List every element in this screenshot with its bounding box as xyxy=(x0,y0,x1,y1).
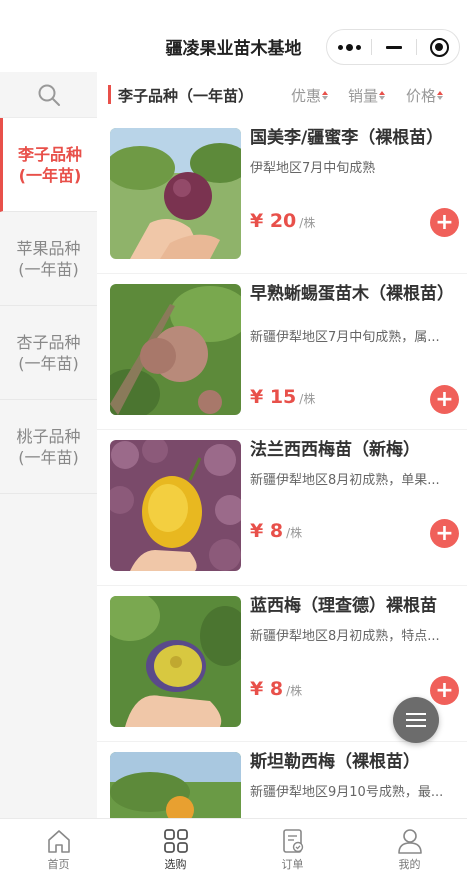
sidebar-item-label: 桃子品种 (一年苗) xyxy=(16,426,81,467)
product-card[interactable]: 国美李/疆蜜李（裸根苗） 伊犁地区7月中旬成熟 ¥ 20 /株 + xyxy=(97,118,467,274)
search-icon xyxy=(38,84,60,106)
sort-sales[interactable]: 销量 xyxy=(348,85,386,106)
sidebar-item-apricot[interactable]: 杏子品种 (一年苗) xyxy=(0,306,97,400)
more-menu-icon[interactable] xyxy=(327,30,371,64)
product-image xyxy=(110,128,241,259)
product-name: 蓝西梅（理查德）裸根苗 xyxy=(250,596,437,616)
tab-label: 我的 xyxy=(398,858,421,871)
price-unit: /株 xyxy=(286,526,303,540)
product-image xyxy=(110,752,241,818)
sort-label: 销量 xyxy=(348,87,379,105)
nav-header: 疆凌果业苗木基地 xyxy=(0,0,467,72)
product-card[interactable]: 法兰西西梅苗（新梅） 新疆伊犁地区8月初成熟，单果... ¥ 8 /株 + xyxy=(97,430,467,586)
order-icon xyxy=(282,829,303,853)
home-icon xyxy=(47,830,70,853)
floating-menu-button[interactable] xyxy=(393,697,439,743)
sort-arrows-icon xyxy=(322,91,329,100)
accent-bar xyxy=(108,85,111,104)
sidebar-item-peach[interactable]: 桃子品种 (一年苗) xyxy=(0,400,97,494)
product-desc: 新疆伊犁地区8月初成熟，单果... xyxy=(250,473,440,488)
add-to-cart-button[interactable]: + xyxy=(430,676,459,705)
product-desc: 新疆伊犁地区9月10号成熟，最... xyxy=(250,785,444,800)
product-price: ¥ 20 /株 xyxy=(250,210,315,232)
product-price: ¥ 15 /株 xyxy=(250,386,315,408)
tab-home[interactable]: 首页 xyxy=(0,819,117,878)
plus-icon: + xyxy=(435,520,454,546)
add-to-cart-button[interactable]: + xyxy=(430,519,459,548)
tab-shop[interactable]: 选购 xyxy=(117,819,234,878)
user-icon xyxy=(397,829,422,854)
product-desc: 伊犁地区7月中旬成熟 xyxy=(250,161,376,176)
price-value: ¥ 15 xyxy=(250,386,297,408)
product-image xyxy=(110,596,241,727)
bottom-tab-bar: 首页 选购 订单 我的 xyxy=(0,818,467,878)
sidebar-item-apple[interactable]: 苹果品种 (一年苗) xyxy=(0,212,97,306)
sidebar-item-label: 李子品种 (一年苗) xyxy=(17,144,82,185)
sort-discount[interactable]: 优惠 xyxy=(291,85,329,106)
tab-label: 选购 xyxy=(164,858,187,871)
filter-bar: 李子品种（一年苗） 优惠 销量 价格 xyxy=(97,72,467,118)
tab-orders[interactable]: 订单 xyxy=(234,819,351,878)
price-unit: /株 xyxy=(299,216,316,230)
sidebar-item-label: 苹果品种 (一年苗) xyxy=(16,238,81,279)
add-to-cart-button[interactable]: + xyxy=(430,385,459,414)
product-image xyxy=(110,284,241,415)
search-button[interactable] xyxy=(0,72,97,118)
price-value: ¥ 8 xyxy=(250,678,284,700)
minimize-icon[interactable] xyxy=(372,30,416,64)
sort-label: 优惠 xyxy=(291,87,322,105)
sort-arrows-icon xyxy=(437,91,444,100)
product-name: 法兰西西梅苗（新梅） xyxy=(250,440,420,460)
sort-label: 价格 xyxy=(406,87,437,105)
price-unit: /株 xyxy=(299,392,316,406)
add-to-cart-button[interactable]: + xyxy=(430,208,459,237)
sidebar-item-label: 杏子品种 (一年苗) xyxy=(16,332,81,373)
product-name: 斯坦勒西梅（裸根苗） xyxy=(250,752,420,772)
tab-mine[interactable]: 我的 xyxy=(351,819,467,878)
sidebar-item-plum[interactable]: 李子品种 (一年苗) xyxy=(0,118,97,212)
plus-icon: + xyxy=(435,209,454,235)
grid-icon xyxy=(163,829,188,853)
current-category-title: 李子品种（一年苗） xyxy=(118,87,254,105)
price-unit: /株 xyxy=(286,684,303,698)
product-desc: 新疆伊犁地区8月初成熟，特点... xyxy=(250,629,440,644)
sort-price[interactable]: 价格 xyxy=(406,85,444,106)
product-name: 早熟蜥蜴蛋苗木（裸根苗） xyxy=(250,284,454,304)
price-value: ¥ 20 xyxy=(250,210,297,232)
product-card[interactable]: 斯坦勒西梅（裸根苗） 新疆伊犁地区9月10号成熟，最... xyxy=(97,742,467,818)
product-desc: 新疆伊犁地区7月中旬成熟，属... xyxy=(250,330,440,345)
tab-label: 订单 xyxy=(281,858,304,871)
tab-label: 首页 xyxy=(47,858,70,871)
price-value: ¥ 8 xyxy=(250,520,284,542)
plus-icon: + xyxy=(435,386,454,412)
close-capsule-icon[interactable] xyxy=(417,30,461,64)
mini-program-capsule xyxy=(326,29,460,65)
sort-arrows-icon xyxy=(379,91,386,100)
plus-icon: + xyxy=(435,677,454,703)
product-card[interactable]: 早熟蜥蜴蛋苗木（裸根苗） 新疆伊犁地区7月中旬成熟，属... ¥ 15 /株 + xyxy=(97,274,467,430)
product-image xyxy=(110,440,241,571)
category-sidebar: 李子品种 (一年苗) 苹果品种 (一年苗) 杏子品种 (一年苗) 桃子品种 (一… xyxy=(0,72,97,818)
product-name: 国美李/疆蜜李（裸根苗） xyxy=(250,128,444,148)
product-price: ¥ 8 /株 xyxy=(250,520,302,542)
product-price: ¥ 8 /株 xyxy=(250,678,302,700)
